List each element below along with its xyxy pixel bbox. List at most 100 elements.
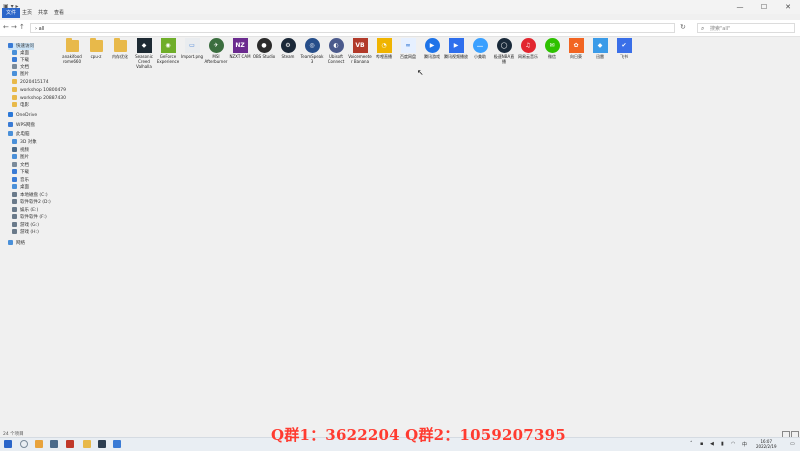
sidebar-item[interactable]: 游戏 (H:) (12, 229, 39, 236)
tray-arrow-icon[interactable]: ˄ (690, 441, 693, 447)
sidebar-item[interactable]: 视频 (12, 147, 29, 154)
desktop-icon (12, 184, 17, 189)
media-app-icon[interactable] (66, 440, 74, 448)
sidebar-item[interactable]: 软件软件2 (D:) (12, 199, 51, 206)
file-item-label: GeForce Experience (156, 54, 180, 64)
file-item-label: 迅雷 (596, 54, 604, 59)
watermark-text: Q群1：3622204 Q群2：1059207395 (271, 426, 566, 444)
picture-icon (12, 154, 17, 159)
notification-icon[interactable]: ▭ (790, 441, 795, 447)
address-bar[interactable]: › all (30, 23, 675, 33)
cloud-icon (8, 122, 13, 127)
file-item[interactable]: ◯ 极速NBA直播 (492, 38, 516, 64)
sidebar-item[interactable]: workshop 20887430 (12, 95, 66, 102)
file-item-label: Seasonic Creed Valhalla (135, 54, 153, 69)
folder-shape (89, 37, 103, 52)
file-item[interactable]: ◎ TeamSpeak 3 (300, 38, 324, 64)
file-item[interactable]: ◐ Ubisoft Connect (324, 38, 348, 64)
sidebar-item-label: 娱乐 (E:) (20, 208, 39, 213)
clock[interactable]: 16:07 2022/2/19 (756, 439, 777, 449)
file-item-label: 内存优化 (112, 54, 128, 59)
sidebar-item[interactable]: 桌面 (12, 50, 29, 57)
file-item-label: Ubisoft Connect (327, 54, 345, 64)
windows-start-icon[interactable] (4, 440, 12, 448)
file-item[interactable]: ◔ 哔哩直播 (372, 38, 396, 59)
sidebar-item-label: 游戏 (G:) (20, 223, 39, 228)
file-item[interactable]: ✈ MSI Afterburner (204, 38, 228, 64)
chat-bubble-icon: … (472, 38, 488, 53)
sidebar-item[interactable]: 快速访问 (8, 43, 34, 50)
file-item[interactable]: 内存优化 (108, 37, 132, 59)
sidebar-item-label: 软件软件 (F:) (20, 215, 47, 220)
file-item[interactable]: … 小美助 (468, 38, 492, 59)
file-item[interactable]: ◆ Seasonic Creed Valhalla (132, 38, 156, 69)
forward-icon[interactable]: → (11, 23, 17, 31)
file-item[interactable]: anakifood rome660 (60, 37, 84, 64)
sidebar-item-label: WPS网盘 (16, 123, 36, 128)
tab-view[interactable]: 查看 (50, 8, 68, 18)
sidebar-item[interactable]: OneDrive (8, 112, 37, 119)
file-item[interactable]: ◆ 迅雷 (588, 38, 612, 59)
back-icon[interactable]: ← (3, 23, 9, 31)
folder-icon (12, 79, 17, 84)
search-input[interactable]: ⌕ 搜索"all" (697, 23, 795, 33)
sidebar-item[interactable]: workshop 10800479 (12, 87, 66, 94)
file-item[interactable]: ∞ 百度网盘 (396, 38, 420, 59)
sidebar-item[interactable]: 文档 (12, 162, 29, 169)
sidebar-item-label: 视频 (20, 148, 29, 153)
game-icon: ◆ (136, 38, 152, 53)
file-explorer-icon[interactable] (83, 440, 91, 448)
sidebar-item[interactable]: 下载 (12, 169, 29, 176)
file-item[interactable]: NZ NZXT CAM (228, 38, 252, 59)
refresh-icon[interactable]: ↻ (680, 23, 686, 31)
sidebar-item[interactable]: 此电脑 (8, 131, 30, 138)
file-item[interactable]: VB Voicemeeter Banana (348, 38, 372, 64)
sidebar-item[interactable]: 2020415174 (12, 79, 49, 86)
sidebar-item[interactable]: 桌面 (12, 184, 29, 191)
file-item[interactable]: ✔ 飞书 (612, 38, 636, 59)
sidebar-item[interactable]: 音乐 (12, 177, 29, 184)
folder-shape (65, 37, 79, 52)
file-item[interactable]: ◉ GeForce Experience (156, 38, 180, 64)
sidebar-item[interactable]: 文档 (12, 64, 29, 71)
file-item-label: OBS Studio (252, 54, 276, 59)
sidebar-item[interactable]: 网络 (8, 240, 25, 247)
chrome-icon[interactable] (35, 440, 43, 448)
star-icon (8, 43, 13, 48)
sidebar-item[interactable]: 图片 (12, 71, 29, 78)
sidebar-item[interactable]: 图片 (12, 154, 29, 161)
navigation-pane: 快速访问 桌面 下载 文档 图片 2020415174 workshop 10800479 w… (0, 38, 66, 428)
file-item[interactable]: ⚙ Steam (276, 38, 300, 59)
file-item-label: 网易云音乐 (518, 54, 538, 59)
file-item-label: Steam (281, 54, 295, 59)
file-item[interactable]: ▭ Import.png (180, 38, 204, 59)
wifi-icon[interactable]: ◠ (731, 441, 735, 447)
volume-icon[interactable]: ◀ (710, 441, 714, 447)
network-tray-icon[interactable]: ▪ (700, 441, 703, 447)
ime-icon[interactable]: 中 (742, 441, 747, 448)
sidebar-item[interactable]: 3D 对象 (12, 139, 37, 146)
file-item[interactable]: ✿ 向日葵 (564, 38, 588, 59)
sidebar-item[interactable]: 本地磁盘 (C:) (12, 192, 48, 199)
sidebar-item[interactable]: 下载 (12, 57, 29, 64)
search-icon[interactable] (20, 440, 28, 448)
sidebar-item[interactable]: WPS网盘 (8, 122, 35, 129)
file-item[interactable]: ♫ 网易云音乐 (516, 38, 540, 59)
sidebar-item[interactable]: 软件软件 (F:) (12, 214, 47, 221)
file-item[interactable]: ▶ 腾讯游戏 (420, 38, 444, 59)
file-item[interactable]: ● OBS Studio (252, 38, 276, 59)
up-icon[interactable]: ↑ (19, 23, 25, 31)
file-item[interactable]: ✉ 微信 (540, 38, 564, 59)
sidebar-item[interactable]: 娱乐 (E:) (12, 207, 38, 214)
sunflower-icon: ✿ (568, 38, 584, 53)
sidebar-item-label: 2020415174 (20, 80, 49, 85)
sidebar-item[interactable]: 游戏 (G:) (12, 222, 39, 229)
file-item[interactable]: ▶ 腾讯视频播放 (444, 38, 468, 59)
sidebar-item[interactable]: 电影 (12, 102, 29, 109)
terminal-icon[interactable] (98, 440, 106, 448)
task-view-icon[interactable] (50, 440, 58, 448)
app-icon[interactable] (113, 440, 121, 448)
battery-icon[interactable]: ▮ (721, 441, 724, 447)
sidebar-item-label: 网络 (16, 241, 25, 246)
file-item[interactable]: cpu-z (84, 37, 108, 59)
